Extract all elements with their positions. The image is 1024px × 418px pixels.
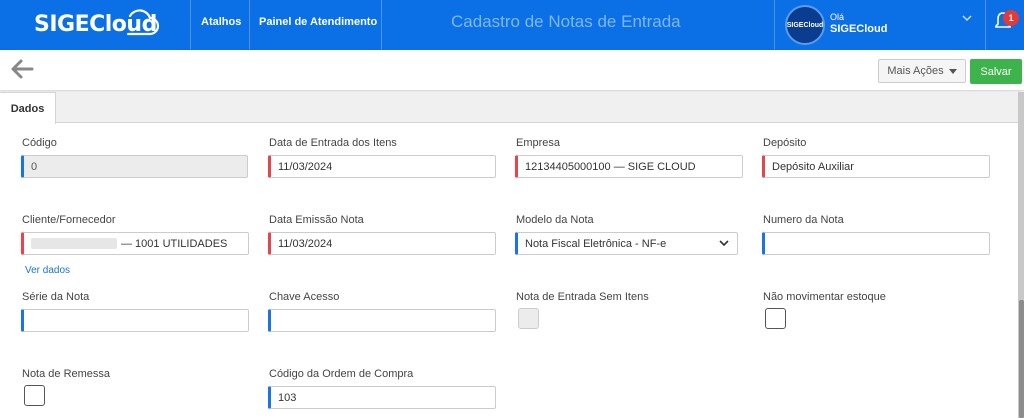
more-actions-label: Mais Ações — [887, 65, 944, 77]
modelo-label: Modelo da Nota — [516, 214, 594, 226]
data-entrada-field[interactable]: 11/03/2024 — [268, 155, 496, 178]
chevron-down-icon — [719, 240, 729, 247]
avatar-text: SIGECloud — [786, 21, 824, 29]
serie-field[interactable] — [21, 309, 249, 332]
more-actions-button[interactable]: Mais Ações — [878, 59, 966, 83]
empresa-label: Empresa — [516, 137, 561, 149]
sem-itens-label: Nota de Entrada Sem Itens — [516, 291, 649, 303]
deposito-label: Depósito — [763, 137, 807, 149]
empresa-field[interactable]: 12134405000100 — SIGE CLOUD — [515, 155, 743, 178]
chave-field[interactable] — [268, 309, 496, 332]
back-arrow-icon[interactable] — [10, 58, 34, 80]
remessa-checkbox[interactable] — [24, 385, 45, 406]
logo-text-sige: SIGE — [34, 11, 90, 37]
scrollbar-thumb[interactable] — [1019, 300, 1024, 418]
numero-label: Numero da Nota — [763, 214, 844, 226]
cliente-value: — 1001 UTILIDADES — [121, 237, 228, 250]
cloud-icon — [126, 9, 160, 36]
numero-field[interactable] — [762, 232, 990, 255]
nav-atalhos[interactable]: Atalhos — [201, 16, 241, 28]
ordem-compra-label: Código da Ordem de Compra — [269, 368, 414, 380]
data-emissao-field[interactable]: 11/03/2024 — [268, 232, 496, 255]
ordem-compra-field[interactable]: 103 — [268, 386, 496, 409]
avatar[interactable]: SIGECloud — [785, 5, 825, 45]
sem-itens-checkbox — [518, 308, 539, 329]
notification-badge[interactable]: 1 — [1003, 10, 1019, 26]
cliente-label: Cliente/Fornecedor — [22, 214, 116, 226]
modelo-value: Nota Fiscal Eletrônica - NF-e — [525, 237, 667, 250]
chave-label: Chave Acesso — [269, 291, 340, 303]
data-emissao-label: Data Emissão Nota — [269, 214, 364, 226]
deposito-field[interactable]: Depósito Auxiliar — [762, 155, 990, 178]
nao-mov-label: Não movimentar estoque — [763, 291, 886, 303]
data-entrada-label: Data de Entrada dos Itens — [269, 137, 397, 149]
caret-down-icon — [948, 68, 957, 74]
action-toolbar: Mais Ações Salvar — [0, 50, 1024, 91]
serie-label: Série da Nota — [22, 291, 90, 303]
nav-divider — [381, 0, 382, 50]
codigo-label: Código — [22, 137, 57, 149]
nav-divider — [190, 0, 191, 50]
save-button[interactable]: Salvar — [970, 59, 1022, 84]
redacted-text — [31, 238, 117, 249]
top-navbar: SIGECloud Atalhos Painel de Atendimento … — [0, 0, 1024, 50]
nav-divider — [774, 0, 775, 50]
remessa-label: Nota de Remessa — [22, 368, 111, 380]
nav-divider — [249, 0, 250, 50]
nao-mov-checkbox[interactable] — [765, 308, 786, 329]
nav-painel-atendimento[interactable]: Painel de Atendimento — [259, 16, 377, 28]
codigo-field: 0 — [21, 155, 248, 178]
page-title: Cadastro de Notas de Entrada — [451, 12, 681, 31]
chevron-down-icon[interactable] — [962, 13, 972, 25]
greeting: Olá — [830, 12, 845, 22]
cliente-field[interactable]: — 1001 UTILIDADES — [21, 232, 249, 255]
tabs-bar: Dados — [0, 92, 1018, 124]
nav-divider — [985, 0, 986, 50]
user-name[interactable]: SIGECloud — [830, 23, 887, 35]
modelo-select[interactable]: Nota Fiscal Eletrônica - NF-e — [515, 232, 738, 255]
ver-dados-link[interactable]: Ver dados — [25, 265, 70, 276]
sige-cloud-logo[interactable]: SIGECloud — [34, 6, 160, 42]
tab-dados[interactable]: Dados — [0, 92, 56, 124]
